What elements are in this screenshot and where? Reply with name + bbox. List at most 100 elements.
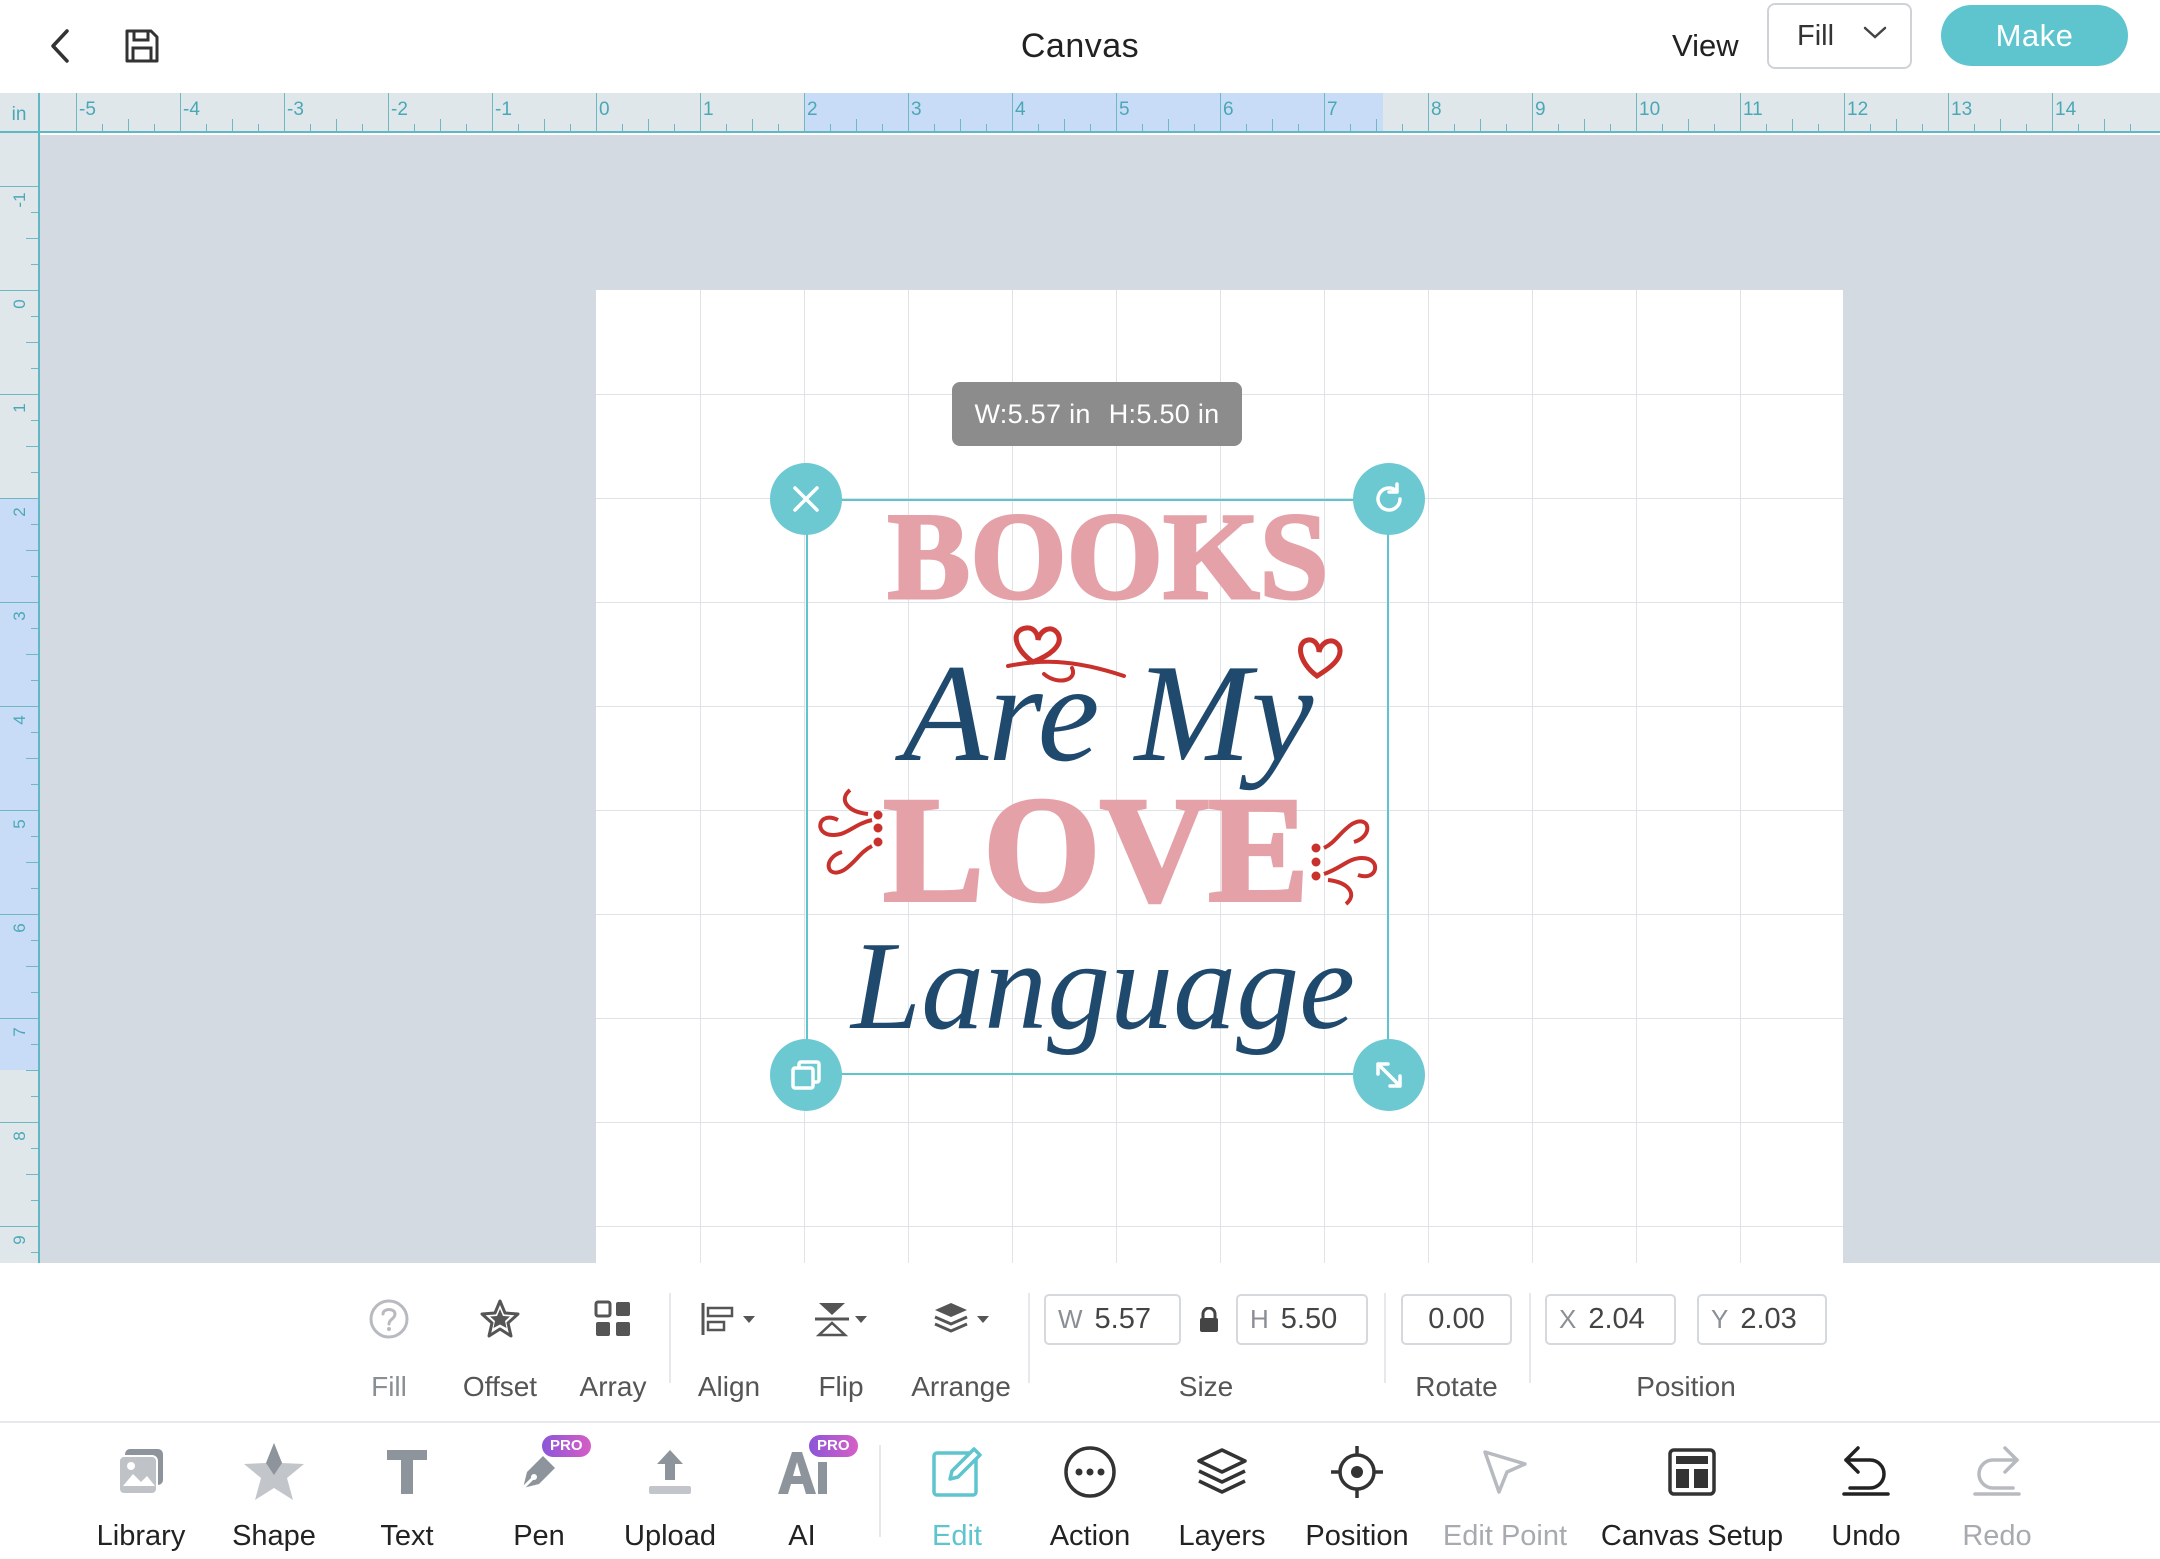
upload-tool[interactable]: Upload — [614, 1425, 726, 1559]
undo-label: Undo — [1831, 1520, 1901, 1552]
library-tool[interactable]: Library — [84, 1425, 198, 1559]
ruler-label: -1 — [495, 99, 512, 120]
rotate-handle[interactable] — [1353, 463, 1425, 535]
ruler-minor-tick — [1662, 124, 1663, 131]
ruler-selection-highlight — [804, 93, 1384, 131]
position-tool[interactable]: Position — [1299, 1425, 1415, 1559]
x-position-field[interactable]: X 2.04 — [1545, 1294, 1676, 1345]
canvas-setup-tool[interactable]: Canvas Setup — [1596, 1425, 1788, 1559]
ruler-minor-tick — [1298, 124, 1299, 131]
shape-tool[interactable]: Shape — [216, 1425, 332, 1559]
star-outline-icon — [480, 1299, 520, 1338]
divider — [1529, 1293, 1531, 1383]
ruler-minor-tick — [752, 119, 753, 131]
ruler-minor-tick — [986, 124, 987, 131]
ruler-tick — [492, 93, 493, 131]
width-field[interactable]: W 5.57 — [1044, 1294, 1181, 1345]
edit-point-tool[interactable]: Edit Point — [1438, 1425, 1572, 1559]
grid-line — [804, 290, 805, 1263]
ruler-minor-tick — [1402, 124, 1403, 131]
ruler-minor-tick — [336, 119, 337, 131]
ruler-label: 3 — [10, 611, 29, 621]
ruler-minor-tick — [26, 446, 38, 447]
ruler-label: 1 — [10, 403, 29, 413]
array-label: Array — [579, 1371, 647, 1402]
ruler-minor-tick — [414, 124, 415, 131]
rotate-field[interactable]: 0.00 — [1401, 1294, 1512, 1345]
ruler-minor-tick — [31, 1148, 38, 1149]
ruler-minor-tick — [1194, 124, 1195, 131]
duplicate-icon — [791, 1060, 821, 1090]
ruler-minor-tick — [1974, 124, 1975, 131]
ruler-minor-tick — [2026, 124, 2027, 131]
redo-icon — [1973, 1446, 2021, 1496]
more-icon — [1064, 1446, 1116, 1498]
position-label: Position — [1305, 1520, 1409, 1552]
ruler-minor-tick — [206, 124, 207, 131]
ruler-tick — [1012, 93, 1013, 131]
x-prefix: X — [1559, 1304, 1577, 1334]
back-button[interactable] — [28, 14, 92, 78]
ruler-label: -1 — [10, 192, 29, 208]
text-tool[interactable]: Text — [362, 1425, 452, 1559]
offset-tool[interactable]: Offset — [450, 1263, 550, 1423]
fill-tool[interactable]: Fill — [349, 1263, 429, 1423]
ruler-minor-tick — [26, 862, 38, 863]
layers-icon — [1197, 1448, 1247, 1494]
ruler-minor-tick — [1142, 124, 1143, 131]
lock-icon[interactable] — [1198, 1307, 1220, 1333]
redo-button[interactable]: Redo — [1951, 1425, 2043, 1559]
resize-handle[interactable] — [1353, 1039, 1425, 1111]
edit-tool[interactable]: Edit — [912, 1425, 1002, 1559]
ruler-label: 2 — [10, 507, 29, 517]
ai-tool[interactable]: PRO AI — [757, 1425, 858, 1559]
ruler-minor-tick — [26, 342, 38, 343]
pro-badge: PRO — [542, 1435, 591, 1457]
x-value: 2.04 — [1588, 1303, 1645, 1335]
duplicate-handle[interactable] — [770, 1039, 842, 1111]
text-label: Text — [380, 1520, 434, 1552]
selection-box[interactable] — [806, 499, 1389, 1075]
layers-tool[interactable]: Layers — [1170, 1425, 1274, 1559]
array-tool[interactable]: Array — [572, 1263, 654, 1423]
save-button[interactable] — [110, 14, 174, 78]
undo-icon — [1842, 1446, 1890, 1496]
delete-handle[interactable] — [770, 463, 842, 535]
image-icon — [118, 1449, 163, 1495]
ruler-label: 9 — [1535, 99, 1546, 120]
ruler-minor-tick — [31, 1096, 38, 1097]
arrange-tool[interactable]: Arrange — [901, 1263, 1021, 1423]
align-tool[interactable]: Align — [683, 1263, 775, 1423]
ruler-minor-tick — [726, 124, 727, 131]
ruler-minor-tick — [1038, 124, 1039, 131]
ruler-label: -5 — [79, 99, 96, 120]
height-field[interactable]: H 5.50 — [1236, 1294, 1368, 1345]
y-value: 2.03 — [1740, 1303, 1797, 1335]
make-button[interactable]: Make — [1941, 5, 2128, 66]
redo-label: Redo — [1962, 1520, 2032, 1552]
ruler-minor-tick — [1714, 124, 1715, 131]
height-prefix: H — [1250, 1304, 1269, 1334]
text-icon — [387, 1450, 427, 1494]
ruler-tick — [1844, 93, 1845, 131]
ruler-label: 10 — [1639, 99, 1661, 120]
view-label: View — [1672, 28, 1739, 63]
grid-line — [1740, 290, 1741, 1263]
action-tool[interactable]: Action — [1040, 1425, 1140, 1559]
ruler-minor-tick — [1480, 119, 1481, 131]
ruler-minor-tick — [154, 124, 155, 131]
ai-label: AI — [788, 1520, 816, 1552]
ruler-minor-tick — [1766, 124, 1767, 131]
view-select-value: Fill — [1797, 19, 1835, 52]
view-select[interactable]: Fill — [1767, 3, 1912, 69]
ruler-minor-tick — [26, 550, 38, 551]
ruler-label: -3 — [287, 99, 304, 120]
ruler-minor-tick — [26, 654, 38, 655]
divider — [1028, 1293, 1030, 1383]
pen-label: Pen — [513, 1520, 565, 1552]
y-position-field[interactable]: Y 2.03 — [1697, 1294, 1827, 1345]
undo-button[interactable]: Undo — [1820, 1425, 1912, 1559]
ruler-minor-tick — [1558, 124, 1559, 131]
pen-tool[interactable]: PRO Pen — [494, 1425, 591, 1559]
flip-tool[interactable]: Flip — [800, 1263, 882, 1423]
